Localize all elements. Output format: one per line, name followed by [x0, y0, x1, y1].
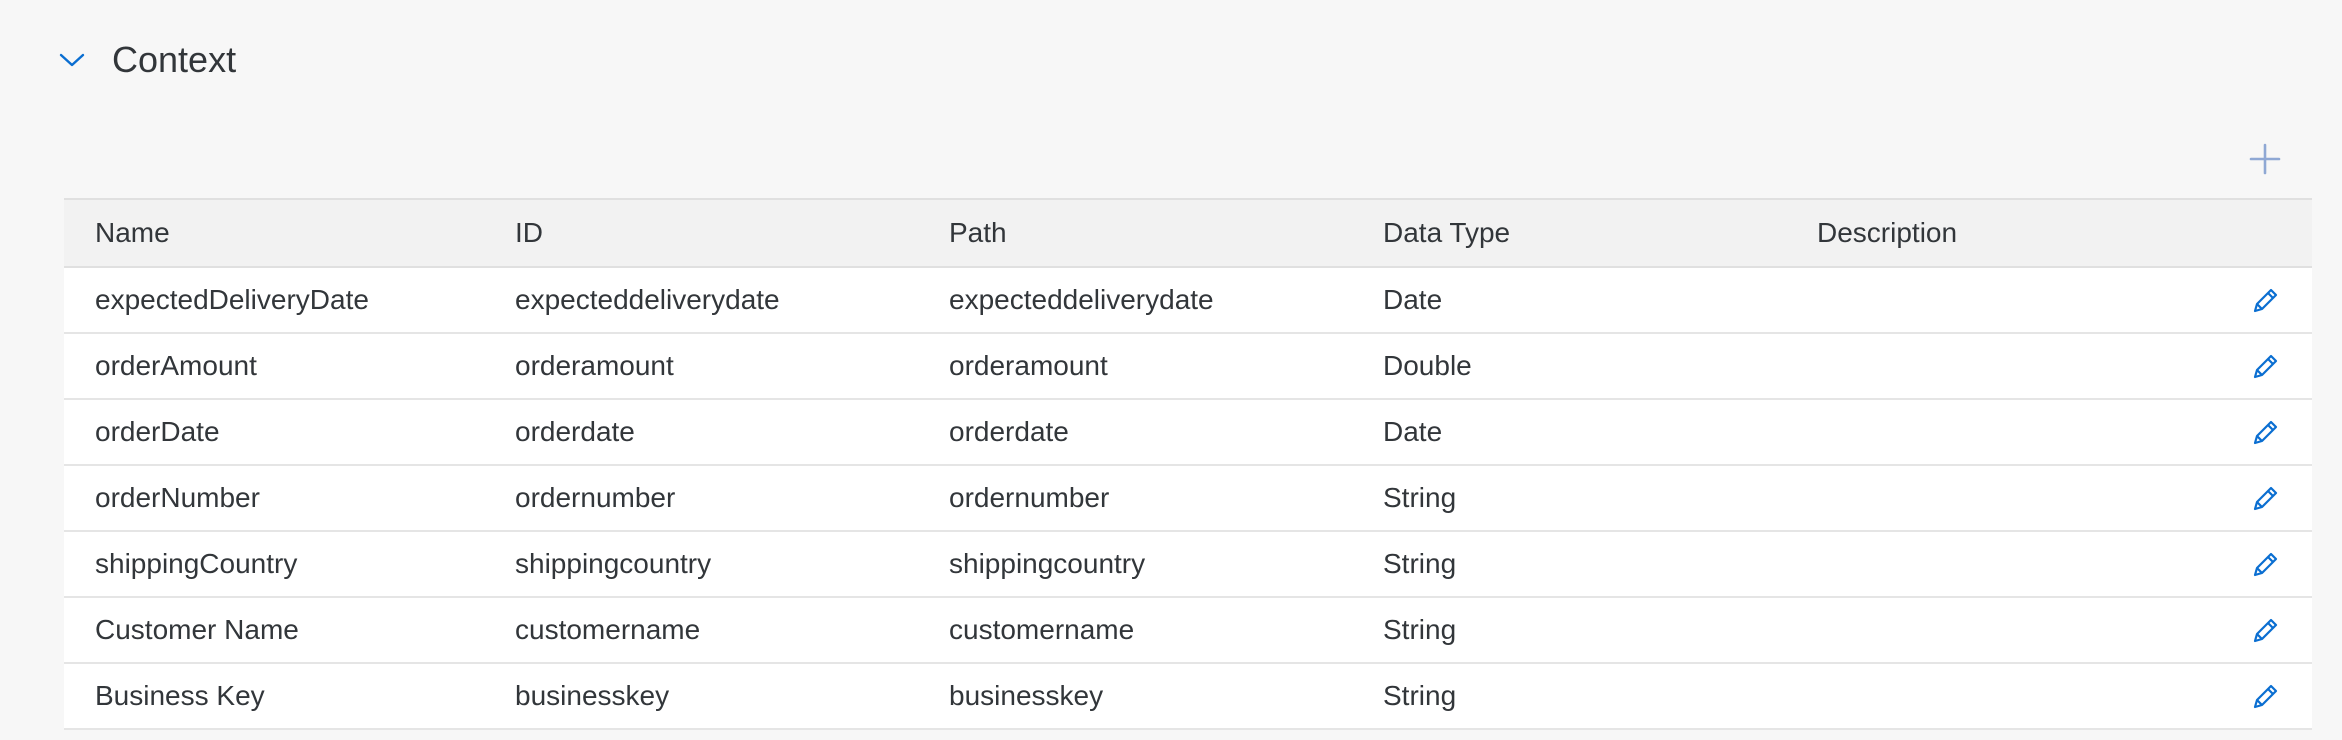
context-table: Name ID Path Data Type Description expec… — [64, 198, 2312, 730]
cell-data-type: Double — [1383, 350, 1472, 381]
pencil-edit-icon — [2253, 420, 2278, 445]
add-button[interactable] — [2240, 134, 2290, 184]
column-header-description[interactable]: Description — [1786, 217, 2220, 249]
cell-path: businesskey — [949, 680, 1104, 711]
table-row[interactable]: orderNumber ordernumber ordernumber Stri… — [64, 466, 2312, 532]
cell-data-type: Date — [1383, 284, 1443, 315]
table-header-row: Name ID Path Data Type Description — [64, 200, 2312, 268]
table-row[interactable]: shippingCountry shippingcountry shipping… — [64, 532, 2312, 598]
section-title: Context — [112, 39, 237, 80]
pencil-edit-icon — [2253, 354, 2278, 379]
pencil-edit-icon — [2253, 684, 2278, 709]
table-row[interactable]: expectedDeliveryDate expecteddeliverydat… — [64, 268, 2312, 334]
pencil-edit-icon — [2253, 486, 2278, 511]
edit-button[interactable] — [2246, 478, 2286, 518]
cell-name: orderAmount — [95, 350, 257, 381]
edit-button[interactable] — [2246, 676, 2286, 716]
cell-id: orderdate — [515, 416, 635, 447]
table-row[interactable]: orderAmount orderamount orderamount Doub… — [64, 334, 2312, 400]
table-row[interactable]: orderDate orderdate orderdate Date — [64, 400, 2312, 466]
pencil-edit-icon — [2253, 552, 2278, 577]
cell-data-type: String — [1383, 680, 1457, 711]
cell-path: orderamount — [949, 350, 1108, 381]
cell-id: businesskey — [515, 680, 670, 711]
pencil-edit-icon — [2253, 618, 2278, 643]
cell-path: expecteddeliverydate — [949, 284, 1214, 315]
edit-button[interactable] — [2246, 412, 2286, 452]
context-page: Context Name ID Path Data Type Descripti… — [0, 0, 2342, 740]
cell-data-type: Date — [1383, 416, 1443, 447]
cell-path: orderdate — [949, 416, 1069, 447]
cell-actions — [2220, 544, 2312, 584]
edit-button[interactable] — [2246, 280, 2286, 320]
cell-actions — [2220, 676, 2312, 716]
plus-icon — [2249, 143, 2281, 175]
cell-path: shippingcountry — [949, 548, 1146, 579]
cell-path: ordernumber — [949, 482, 1110, 513]
cell-data-type: String — [1383, 614, 1457, 645]
cell-actions — [2220, 478, 2312, 518]
cell-name: Business Key — [95, 680, 265, 711]
cell-name: orderDate — [95, 416, 220, 447]
cell-actions — [2220, 412, 2312, 452]
cell-id: shippingcountry — [515, 548, 712, 579]
table-row[interactable]: Customer Name customername customername … — [64, 598, 2312, 664]
section-header: Context — [52, 28, 236, 92]
cell-actions — [2220, 610, 2312, 650]
table-row[interactable]: Business Key businesskey businesskey Str… — [64, 664, 2312, 730]
cell-actions — [2220, 346, 2312, 386]
column-header-data-type[interactable]: Data Type — [1352, 217, 1786, 249]
column-header-id[interactable]: ID — [484, 217, 918, 249]
column-header-path[interactable]: Path — [918, 217, 1352, 249]
chevron-down-icon[interactable] — [52, 40, 92, 80]
cell-path: customername — [949, 614, 1135, 645]
cell-data-type: String — [1383, 548, 1457, 579]
cell-id: expecteddeliverydate — [515, 284, 780, 315]
cell-name: orderNumber — [95, 482, 260, 513]
pencil-edit-icon — [2253, 288, 2278, 313]
cell-data-type: String — [1383, 482, 1457, 513]
edit-button[interactable] — [2246, 544, 2286, 584]
edit-button[interactable] — [2246, 610, 2286, 650]
cell-name: shippingCountry — [95, 548, 298, 579]
edit-button[interactable] — [2246, 346, 2286, 386]
cell-id: orderamount — [515, 350, 674, 381]
table-body: expectedDeliveryDate expecteddeliverydat… — [64, 268, 2312, 730]
cell-name: expectedDeliveryDate — [95, 284, 369, 315]
column-header-name[interactable]: Name — [64, 217, 484, 249]
cell-id: ordernumber — [515, 482, 676, 513]
cell-name: Customer Name — [95, 614, 299, 645]
cell-actions — [2220, 280, 2312, 320]
cell-id: customername — [515, 614, 701, 645]
